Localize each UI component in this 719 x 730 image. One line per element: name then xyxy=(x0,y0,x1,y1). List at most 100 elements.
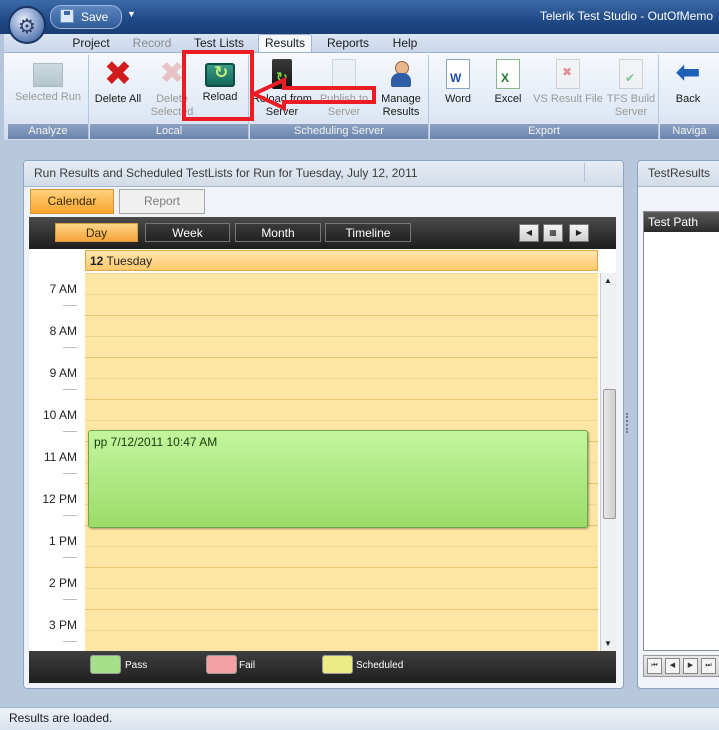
annotation-arrow-icon xyxy=(250,76,376,112)
time-slot-label: 8 AM xyxy=(49,324,77,338)
time-tick xyxy=(63,431,77,432)
group-label-export: Export xyxy=(430,124,658,139)
legend-scheduled-label: Scheduled xyxy=(356,660,404,671)
tab-record[interactable]: Record xyxy=(126,35,178,52)
time-tick xyxy=(63,515,77,516)
test-results-panel-title: TestResults xyxy=(638,161,719,187)
export-tfs-build-server-label: TFS Build Server xyxy=(606,93,656,118)
time-tick xyxy=(63,557,77,558)
scroll-down-icon[interactable]: ▼ xyxy=(604,639,612,648)
tab-results[interactable]: Results xyxy=(258,34,312,54)
time-tick xyxy=(63,599,77,600)
back-label: Back xyxy=(675,93,701,105)
group-label-analyze: Analyze xyxy=(8,124,88,139)
time-column: 7 AM 8 AM 9 AM 10 AM 11 AM 12 PM 1 PM 2 … xyxy=(29,273,81,651)
column-header-test-path[interactable]: Test Path xyxy=(644,212,719,232)
status-text: Results are loaded. xyxy=(9,711,113,725)
day-number: 12 xyxy=(90,254,104,268)
last-page-icon[interactable]: ⏭ xyxy=(701,658,716,674)
time-tick xyxy=(63,389,77,390)
export-vs-result-file-button[interactable]: VS Result File xyxy=(532,59,604,106)
time-tick xyxy=(63,305,77,306)
word-document-icon xyxy=(446,59,470,89)
tab-reports[interactable]: Reports xyxy=(320,35,376,52)
group-label-navigate: Naviga xyxy=(660,124,719,139)
test-results-list[interactable]: Test Path xyxy=(643,211,719,651)
tab-report[interactable]: Report xyxy=(119,189,205,214)
manage-results-button[interactable]: Manage Results xyxy=(376,59,426,119)
group-label-scheduling-server: Scheduling Server xyxy=(250,124,428,139)
time-slot-grid[interactable]: pp 7/12/2011 10:47 AM xyxy=(85,273,598,651)
view-week-button[interactable]: Week xyxy=(145,223,230,242)
delete-x-icon: ✖ xyxy=(103,55,133,93)
group-analyze: Selected Run Analyze xyxy=(8,55,89,139)
time-slot-label: 9 AM xyxy=(49,366,77,380)
user-icon xyxy=(386,59,416,89)
title-bar: Save ▼ Telerik Test Studio - OutOfMemo xyxy=(0,0,719,34)
delete-all-button[interactable]: ✖ Delete All xyxy=(92,55,144,106)
time-slot-label: 7 AM xyxy=(49,282,77,296)
previous-page-icon[interactable]: ◀ xyxy=(665,658,680,674)
selected-run-icon xyxy=(33,63,63,87)
group-label-local: Local xyxy=(90,124,248,139)
run-results-panel-title: Run Results and Scheduled TestLists for … xyxy=(24,161,623,187)
excel-document-icon xyxy=(496,59,520,89)
legend-scheduled-swatch xyxy=(322,655,353,674)
application-menu-button[interactable]: ⚙ xyxy=(8,6,46,44)
view-day-button[interactable]: Day xyxy=(55,223,138,242)
time-slot-label: 12 PM xyxy=(42,492,77,506)
legend-pass-swatch xyxy=(90,655,121,674)
test-run-appointment[interactable]: pp 7/12/2011 10:47 AM xyxy=(88,430,588,528)
delete-all-label: Delete All xyxy=(94,93,142,105)
test-results-panel: TestResults Test Path ⏮ ◀ ▶ ⏭ xyxy=(637,160,719,689)
first-page-icon[interactable]: ⏮ xyxy=(647,658,662,674)
status-bar: Results are loaded. xyxy=(0,707,719,730)
legend-bar: Pass Fail Scheduled xyxy=(29,651,616,683)
tab-help[interactable]: Help xyxy=(385,35,425,52)
window-title: Telerik Test Studio - OutOfMemo xyxy=(539,9,713,23)
scroll-up-icon[interactable]: ▲ xyxy=(604,276,612,285)
back-arrow-icon: ⬅ xyxy=(675,56,701,89)
time-slot-label: 11 AM xyxy=(43,450,77,464)
day-calendar: 12 Tuesday 7 AM 8 AM 9 AM 10 AM 11 AM 12… xyxy=(29,249,617,651)
day-name: Tuesday xyxy=(106,254,153,268)
tab-project[interactable]: Project xyxy=(66,35,116,52)
group-export: Word Excel VS Result File TFS Build Serv… xyxy=(430,55,659,139)
time-slot-label: 10 AM xyxy=(42,408,77,422)
time-tick xyxy=(63,641,77,642)
tab-calendar[interactable]: Calendar xyxy=(30,189,114,214)
time-tick xyxy=(63,473,77,474)
next-page-icon[interactable]: ▶ xyxy=(683,658,698,674)
view-month-button[interactable]: Month xyxy=(235,223,321,242)
run-results-panel: Run Results and Scheduled TestLists for … xyxy=(23,160,624,689)
selected-run-button[interactable]: Selected Run xyxy=(12,59,84,104)
time-slot-label: 3 PM xyxy=(48,618,77,632)
time-slot-label: 2 PM xyxy=(48,576,77,590)
export-excel-button[interactable]: Excel xyxy=(484,59,532,106)
vs-result-file-icon xyxy=(556,59,580,89)
calendar-view-bar: Day Week Month Timeline ◀ ▦ ▶ xyxy=(29,217,616,249)
legend-fail-swatch xyxy=(206,655,237,674)
day-header: 12 Tuesday xyxy=(85,250,598,271)
calendar-scrollbar[interactable]: ▲ ▼ xyxy=(600,273,617,651)
panel-splitter[interactable] xyxy=(626,413,632,433)
export-tfs-build-server-button[interactable]: TFS Build Server xyxy=(606,59,656,119)
legend-pass-label: Pass xyxy=(125,660,148,671)
reload-highlight-box xyxy=(182,50,254,121)
save-icon[interactable] xyxy=(60,9,74,23)
previous-day-icon[interactable]: ◀ xyxy=(519,224,539,242)
group-navigate: ⬅ Back Naviga xyxy=(660,55,719,139)
today-grid-icon[interactable]: ▦ xyxy=(543,224,563,242)
view-timeline-button[interactable]: Timeline xyxy=(325,223,411,242)
save-button[interactable]: Save xyxy=(81,10,108,24)
export-vs-result-file-label: VS Result File xyxy=(533,93,603,105)
scrollbar-thumb[interactable] xyxy=(603,389,616,519)
quick-access-dropdown-icon[interactable]: ▼ xyxy=(127,9,136,19)
panel-options-button[interactable] xyxy=(584,163,619,182)
ribbon-tab-row: Project Record Test Lists Results Report… xyxy=(0,34,719,54)
next-day-icon[interactable]: ▶ xyxy=(569,224,589,242)
export-word-button[interactable]: Word xyxy=(434,59,482,106)
time-tick xyxy=(63,347,77,348)
back-button[interactable]: ⬅ Back xyxy=(664,56,712,106)
export-excel-label: Excel xyxy=(494,93,522,105)
